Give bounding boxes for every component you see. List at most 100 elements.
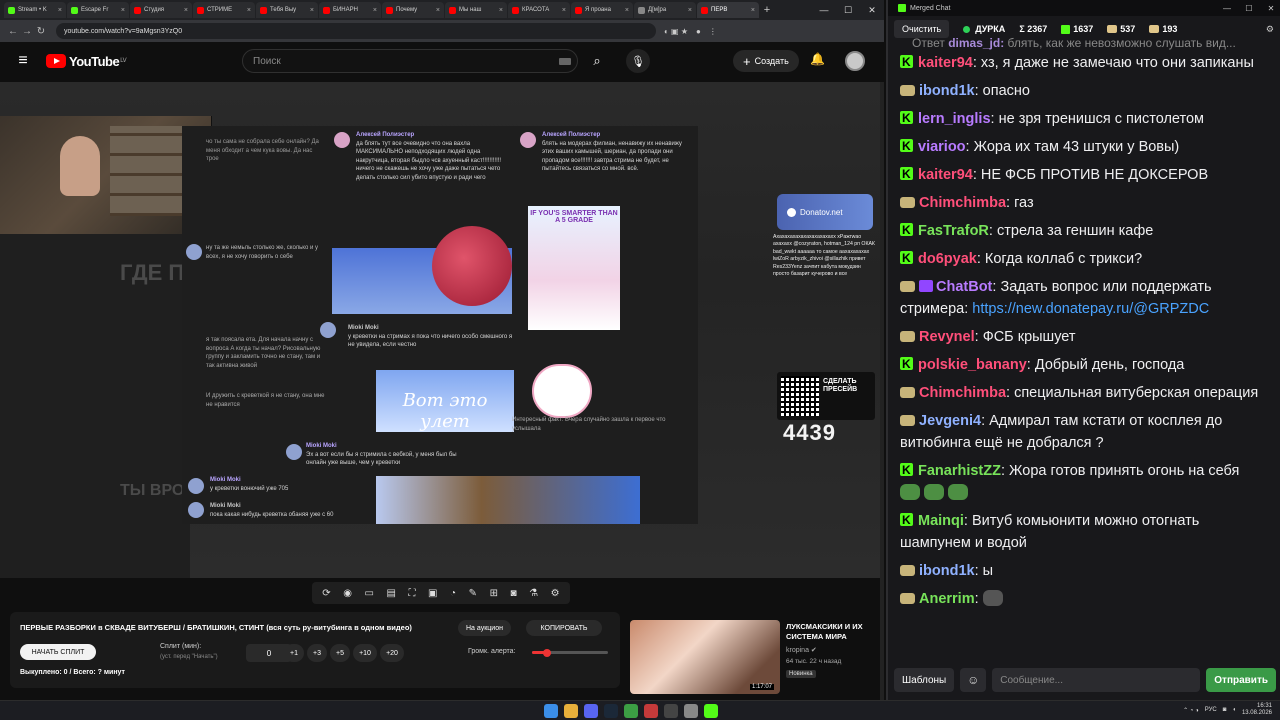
chat-username[interactable]: Mainqi [918, 513, 964, 529]
app-icon[interactable] [684, 704, 698, 718]
chat-username[interactable]: polskie_banany [918, 357, 1027, 373]
tray-icons[interactable]: ⌃ ◔ ◑ [1183, 707, 1199, 714]
back-icon[interactable]: ← [6, 26, 20, 37]
reload-icon[interactable]: ↻ [34, 26, 48, 37]
maximize-icon[interactable]: ☐ [836, 5, 860, 16]
chat-username[interactable]: Revynel [919, 329, 975, 345]
tab[interactable]: Д[м]ра × [634, 2, 696, 18]
tab[interactable]: Студия × [130, 2, 192, 18]
hamburger-menu-icon[interactable]: ≡ [0, 52, 46, 70]
chat-username[interactable]: lern_inglis [918, 111, 991, 127]
tab[interactable]: Stream • K × [4, 2, 66, 18]
tab[interactable]: Мы наш × [445, 2, 507, 18]
settings-icon[interactable]: ⚙ [551, 588, 560, 599]
chat-username[interactable]: viarioo [918, 139, 966, 155]
profile-icon[interactable]: ● [696, 27, 701, 36]
forward-icon[interactable]: → [20, 26, 34, 37]
screen-icon[interactable]: ▭ [364, 588, 373, 599]
kick-app-icon[interactable] [704, 704, 718, 718]
close-window-icon[interactable]: ✕ [1260, 4, 1280, 13]
auction-button[interactable]: На аукцион [458, 620, 511, 636]
create-button[interactable]: + Создать [733, 50, 799, 72]
close-icon[interactable]: × [751, 7, 755, 14]
alert-volume-slider[interactable] [532, 648, 608, 657]
app-icon[interactable] [624, 704, 638, 718]
audio-icon[interactable]: ◉ [343, 588, 352, 599]
chat-username[interactable]: do6pyak [918, 251, 977, 267]
tab[interactable]: КРАСОТА × [508, 2, 570, 18]
chat-username[interactable]: FanarhistZZ [918, 463, 1001, 479]
steam-icon[interactable] [604, 704, 618, 718]
close-icon[interactable]: × [58, 7, 62, 14]
close-icon[interactable]: × [562, 7, 566, 14]
discord-icon[interactable] [584, 704, 598, 718]
browser-menu-icon[interactable]: ⋮ [709, 27, 717, 36]
search-input[interactable]: Поиск [242, 49, 578, 73]
chat-username[interactable]: Jevgeni4 [919, 413, 981, 429]
flask-icon[interactable]: ⚗ [529, 588, 538, 599]
tab[interactable]: Escape Fr × [67, 2, 129, 18]
language-indicator[interactable]: РУС [1205, 707, 1217, 713]
close-window-icon[interactable]: ✕ [860, 5, 884, 16]
chat-username[interactable]: FasTrafoR [918, 223, 989, 239]
chat-username[interactable]: Anerrim [919, 591, 975, 607]
loop-icon[interactable]: ⟳ [322, 588, 330, 599]
video-player[interactable]: ГДЕ ПАРЕ ТЫ ВРОДИ Алексей Полиэстер да бл… [0, 82, 880, 578]
increment-button[interactable]: +5 [330, 644, 350, 662]
network-icon[interactable]: ◙ [1223, 707, 1227, 713]
chat-link[interactable]: https://new.donatepay.ru/@GRPZDC [972, 301, 1209, 317]
close-icon[interactable]: × [499, 7, 503, 14]
chat-username[interactable]: Chimchimba [919, 385, 1006, 401]
minimize-icon[interactable]: — [812, 5, 836, 15]
add-icon[interactable]: ⊞ [490, 588, 498, 599]
extensions-icon[interactable]: ◐ ▣ ★ [664, 27, 688, 36]
tab[interactable]: БИНАРН × [319, 2, 381, 18]
camera-icon[interactable]: ◙ [511, 588, 517, 599]
chat-username[interactable]: ChatBot [936, 279, 992, 295]
chat-username[interactable]: kaiter94 [918, 55, 973, 71]
youtube-logo[interactable]: YouTube LV [46, 54, 127, 69]
window-icon[interactable]: ▣ [428, 588, 437, 599]
start-split-button[interactable]: НАЧАТЬ СПЛИТ [20, 644, 96, 660]
recommended-title[interactable]: ЛУКСМАКСИКИ И ИХ СИСТЕМА МИРА [786, 622, 882, 642]
app-icon[interactable] [644, 704, 658, 718]
increment-button[interactable]: +3 [307, 644, 327, 662]
avatar[interactable] [845, 51, 865, 71]
close-icon[interactable]: × [247, 7, 251, 14]
crop-icon[interactable]: ⛶ [408, 588, 415, 599]
close-icon[interactable]: × [436, 7, 440, 14]
chat-username[interactable]: ibond1k [919, 563, 975, 579]
app-icon[interactable] [664, 704, 678, 718]
minimize-icon[interactable]: — [1216, 4, 1238, 13]
close-icon[interactable]: × [625, 7, 629, 14]
channel-name[interactable]: kropina ✔ [786, 646, 817, 654]
increment-button[interactable]: +10 [353, 644, 377, 662]
send-button[interactable]: Отправить [1206, 668, 1276, 692]
voice-search-button[interactable]: 🎙 [626, 49, 650, 73]
maximize-icon[interactable]: ☐ [1238, 4, 1260, 13]
notifications-bell-icon[interactable]: 🔔 [810, 52, 825, 66]
speed-icon[interactable]: ◔ [450, 588, 456, 599]
tab[interactable]: СТРИМЕ × [193, 2, 255, 18]
chrome-icon[interactable] [564, 704, 578, 718]
windows-start-icon[interactable] [544, 704, 558, 718]
tab[interactable]: Тебя Выу × [256, 2, 318, 18]
tab[interactable]: Я проана × [571, 2, 633, 18]
new-tab-icon[interactable]: + [760, 4, 774, 16]
search-button[interactable]: ⌕ [580, 49, 614, 73]
recommended-video[interactable]: 1:17:07 ЛУКСМАКСИКИ И ИХ СИСТЕМА МИРА kr… [630, 620, 884, 694]
close-icon[interactable]: × [310, 7, 314, 14]
chat-username[interactable]: Chimchimba [919, 195, 1006, 211]
video-thumbnail[interactable] [630, 620, 780, 694]
templates-button[interactable]: Шаблоны [894, 668, 955, 692]
close-icon[interactable]: × [688, 7, 692, 14]
close-icon[interactable]: × [184, 7, 188, 14]
keyboard-icon[interactable] [559, 57, 571, 65]
chat-settings-icon[interactable]: ⚙ [1266, 24, 1274, 35]
message-input[interactable]: Сообщение... [992, 668, 1201, 692]
slider-knob[interactable] [543, 648, 552, 657]
chat-username[interactable]: ibond1k [919, 83, 975, 99]
tab-active[interactable]: ПЕРВ × [697, 2, 759, 18]
edit-icon[interactable]: ✎ [469, 588, 477, 599]
clapper-icon[interactable]: ▤ [386, 588, 395, 599]
